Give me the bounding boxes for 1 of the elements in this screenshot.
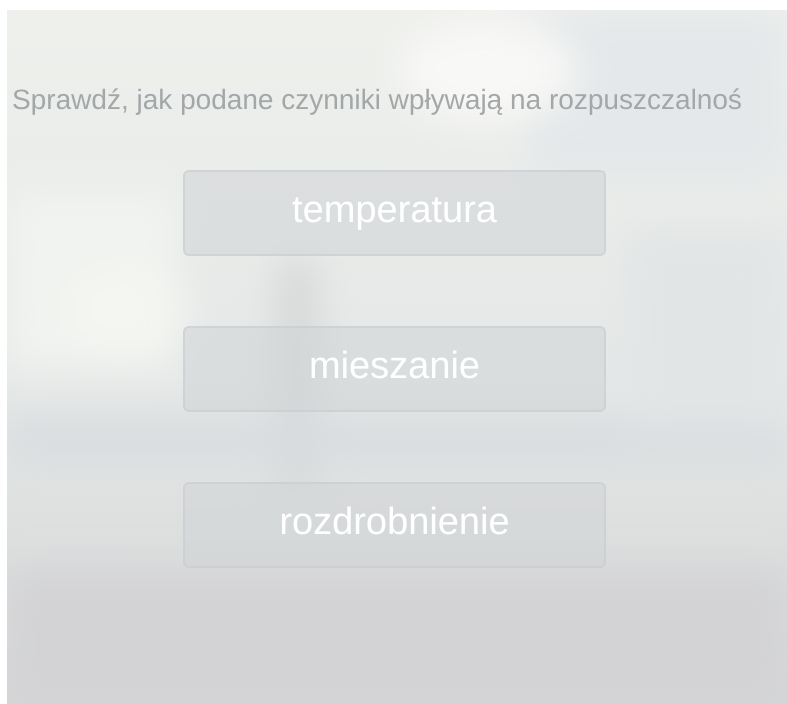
instruction-text: Sprawdź, jak podane czynniki wpływają na rozpuszczalnoś	[11, 84, 743, 116]
